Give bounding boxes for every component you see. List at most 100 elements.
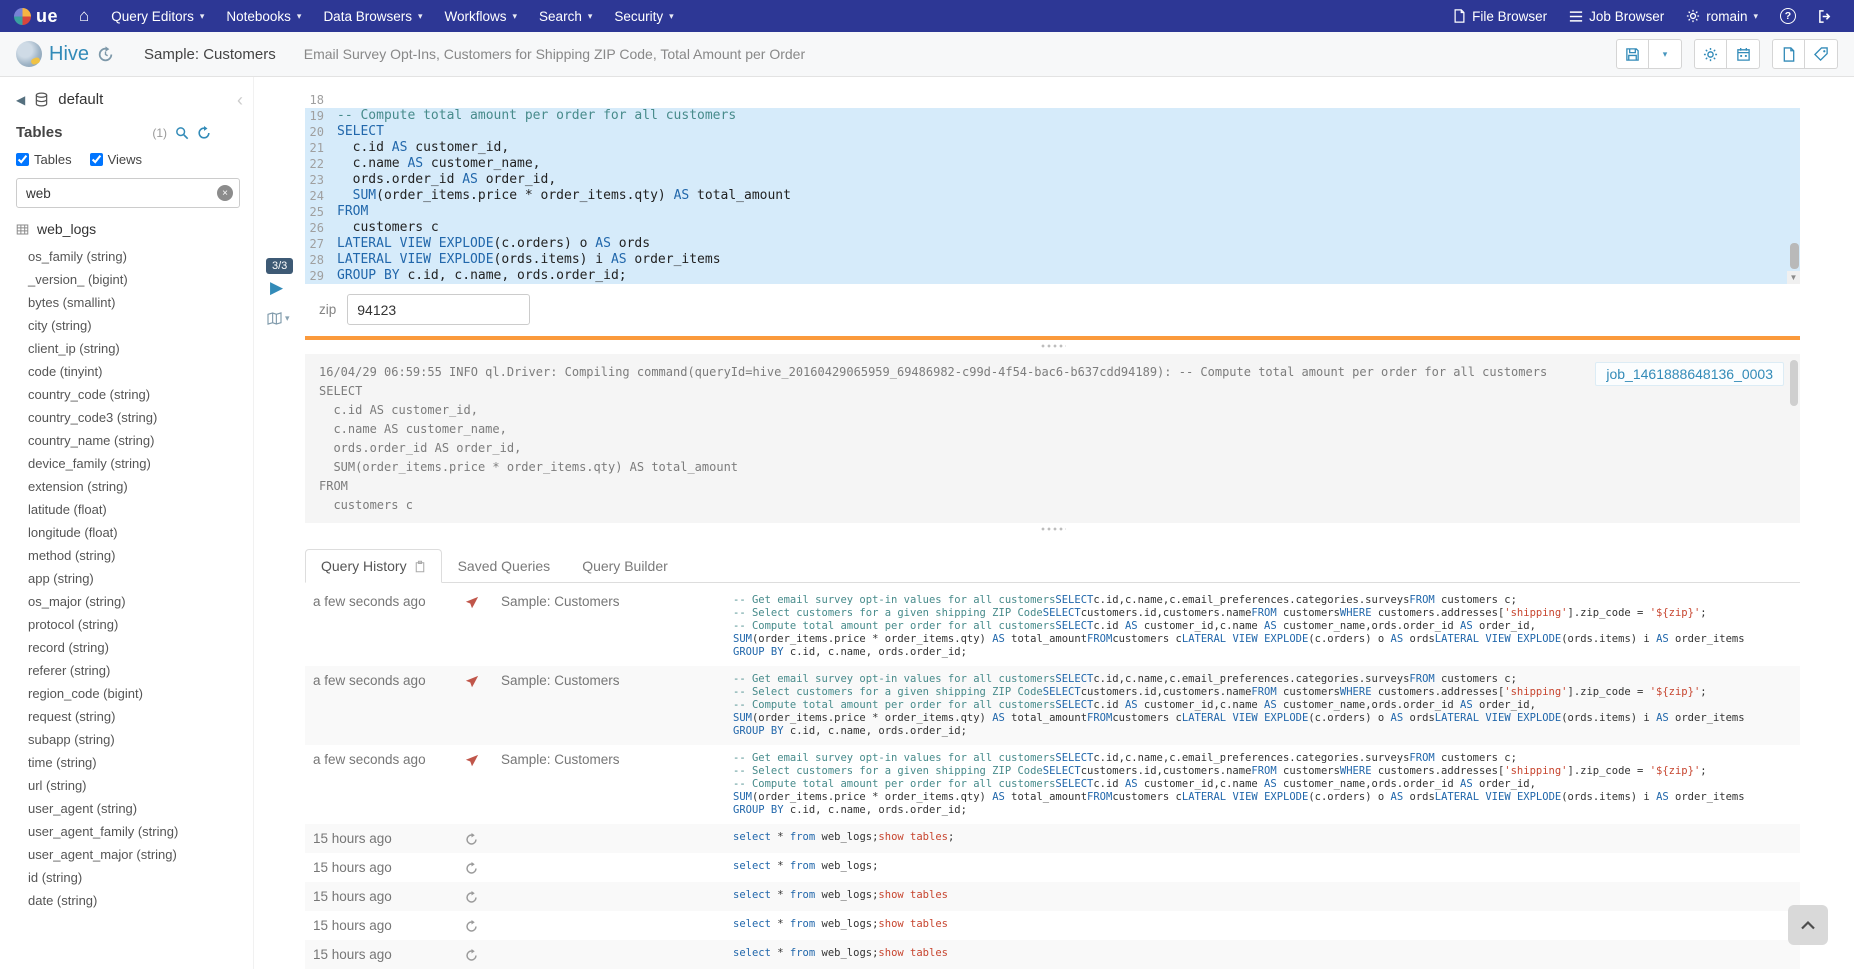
column-item-record[interactable]: record (string) — [16, 636, 253, 659]
editor-line-23[interactable]: 23 ords.order_id AS order_id, — [305, 172, 1800, 188]
menu-notebooks[interactable]: Notebooks▾ — [215, 0, 312, 32]
history-row[interactable]: a few seconds agoSample: Customers-- Get… — [305, 666, 1800, 745]
filter-tables-checkbox[interactable] — [16, 153, 29, 166]
back-arrow-icon[interactable]: ◀ — [16, 93, 25, 107]
tab-query-builder[interactable]: Query Builder — [566, 549, 684, 583]
resize-handle[interactable] — [305, 340, 1800, 352]
history-sql[interactable]: select * from web_logs;show tables; — [725, 824, 1800, 853]
help-icon[interactable]: ? — [1769, 0, 1807, 32]
clear-search-icon[interactable]: × — [217, 185, 233, 201]
history-icon-cell[interactable] — [457, 853, 493, 882]
scrollbar-thumb[interactable] — [1790, 243, 1799, 269]
column-item-_version_[interactable]: _version_ (bigint) — [16, 268, 253, 291]
column-item-os_family[interactable]: os_family (string) — [16, 245, 253, 268]
history-row[interactable]: 15 hours agoselect * from web_logs; — [305, 853, 1800, 882]
editor-line-24[interactable]: 24 SUM(order_items.price * order_items.q… — [305, 188, 1800, 204]
column-item-device_family[interactable]: device_family (string) — [16, 452, 253, 475]
hue-logo[interactable]: ue — [10, 6, 68, 27]
database-name[interactable]: default — [58, 91, 103, 108]
menu-query-editors[interactable]: Query Editors▾ — [100, 0, 215, 32]
editor-line-27[interactable]: 27LATERAL VIEW EXPLODE(c.orders) o AS or… — [305, 236, 1800, 252]
resize-handle[interactable] — [305, 523, 1800, 535]
column-item-extension[interactable]: extension (string) — [16, 475, 253, 498]
column-item-user_agent[interactable]: user_agent (string) — [16, 797, 253, 820]
history-sql[interactable]: select * from web_logs;show tables — [725, 911, 1800, 940]
history-row[interactable]: a few seconds agoSample: Customers-- Get… — [305, 745, 1800, 824]
editor-scrollbar[interactable]: ▼ — [1787, 92, 1800, 284]
column-item-country_code[interactable]: country_code (string) — [16, 383, 253, 406]
filter-tables[interactable]: Tables — [16, 152, 72, 167]
menu-data-browsers[interactable]: Data Browsers▾ — [312, 0, 433, 32]
column-item-latitude[interactable]: latitude (float) — [16, 498, 253, 521]
table-search-input[interactable] — [16, 178, 240, 208]
tab-saved-queries[interactable]: Saved Queries — [442, 549, 567, 583]
column-item-date[interactable]: date (string) — [16, 889, 253, 912]
query-history-icon[interactable] — [97, 46, 114, 63]
column-item-bytes[interactable]: bytes (smallint) — [16, 291, 253, 314]
column-item-url[interactable]: url (string) — [16, 774, 253, 797]
history-icon-cell[interactable] — [457, 911, 493, 940]
column-item-city[interactable]: city (string) — [16, 314, 253, 337]
column-item-referer[interactable]: referer (string) — [16, 659, 253, 682]
new-query-button[interactable] — [1772, 39, 1805, 69]
history-icon-cell[interactable] — [457, 666, 493, 745]
editor-line-22[interactable]: 22 c.name AS customer_name, — [305, 156, 1800, 172]
tab-query-history[interactable]: Query History — [305, 549, 442, 583]
column-item-subapp[interactable]: subapp (string) — [16, 728, 253, 751]
editor-line-19[interactable]: 19-- Compute total amount per order for … — [305, 108, 1800, 124]
tags-button[interactable] — [1805, 39, 1838, 69]
column-item-user_agent_major[interactable]: user_agent_major (string) — [16, 843, 253, 866]
editor-line-20[interactable]: 20SELECT — [305, 124, 1800, 140]
editor-line-29[interactable]: 29GROUP BY c.id, c.name, ords.order_id; — [305, 268, 1800, 284]
log-scrollbar[interactable] — [1790, 360, 1798, 517]
column-item-user_agent_family[interactable]: user_agent_family (string) — [16, 820, 253, 843]
settings-button[interactable] — [1694, 39, 1727, 69]
app-name[interactable]: Hive — [49, 43, 89, 66]
column-item-code[interactable]: code (tinyint) — [16, 360, 253, 383]
scroll-to-top-button[interactable] — [1788, 905, 1828, 945]
history-icon-cell[interactable] — [457, 587, 493, 666]
column-item-request[interactable]: request (string) — [16, 705, 253, 728]
column-item-client_ip[interactable]: client_ip (string) — [16, 337, 253, 360]
menu-workflows[interactable]: Workflows▾ — [434, 0, 529, 32]
scroll-down-arrow[interactable]: ▼ — [1787, 271, 1800, 284]
column-item-longitude[interactable]: longitude (float) — [16, 521, 253, 544]
filter-views-checkbox[interactable] — [90, 153, 103, 166]
column-item-protocol[interactable]: protocol (string) — [16, 613, 253, 636]
history-row[interactable]: 15 hours agoselect * from web_logs;show … — [305, 911, 1800, 940]
menu-security[interactable]: Security▾ — [603, 0, 684, 32]
search-icon[interactable] — [175, 126, 189, 140]
history-sql[interactable]: select * from web_logs;show tables — [725, 882, 1800, 911]
column-item-app[interactable]: app (string) — [16, 567, 253, 590]
refresh-icon[interactable] — [197, 126, 211, 140]
user-menu[interactable]: romain ▾ — [1675, 0, 1769, 32]
editor-line-26[interactable]: 26 customers c — [305, 220, 1800, 236]
table-item-web-logs[interactable]: web_logs — [16, 221, 253, 237]
editor-line-18[interactable]: 18 — [305, 92, 1800, 108]
history-sql[interactable]: -- Get email survey opt-in values for al… — [725, 587, 1800, 666]
history-sql[interactable]: select * from web_logs; — [725, 853, 1800, 882]
schedule-button[interactable] — [1727, 39, 1760, 69]
save-dropdown-button[interactable]: ▾ — [1649, 39, 1682, 69]
history-row[interactable]: 15 hours agoselect * from web_logs;show … — [305, 940, 1800, 969]
history-row[interactable]: 15 hours agoselect * from web_logs;show … — [305, 824, 1800, 853]
history-icon-cell[interactable] — [457, 745, 493, 824]
history-sql[interactable]: -- Get email survey opt-in values for al… — [725, 666, 1800, 745]
scrollbar-thumb[interactable] — [1790, 360, 1798, 406]
editor-line-21[interactable]: 21 c.id AS customer_id, — [305, 140, 1800, 156]
history-icon-cell[interactable] — [457, 940, 493, 969]
home-icon[interactable]: ⌂ — [68, 0, 100, 32]
history-icon-cell[interactable] — [457, 824, 493, 853]
history-sql[interactable]: select * from web_logs;show tables — [725, 940, 1800, 969]
history-row[interactable]: 15 hours agoselect * from web_logs;show … — [305, 882, 1800, 911]
history-sql[interactable]: -- Get email survey opt-in values for al… — [725, 745, 1800, 824]
job-link[interactable]: job_1461888648136_0003 — [1595, 362, 1784, 386]
history-icon-cell[interactable] — [457, 882, 493, 911]
column-item-country_code3[interactable]: country_code3 (string) — [16, 406, 253, 429]
job-browser-link[interactable]: Job Browser — [1558, 0, 1675, 32]
file-browser-link[interactable]: File Browser — [1442, 0, 1558, 32]
variable-input[interactable] — [347, 294, 530, 325]
history-row[interactable]: a few seconds agoSample: Customers-- Get… — [305, 587, 1800, 666]
column-item-method[interactable]: method (string) — [16, 544, 253, 567]
column-item-region_code[interactable]: region_code (bigint) — [16, 682, 253, 705]
